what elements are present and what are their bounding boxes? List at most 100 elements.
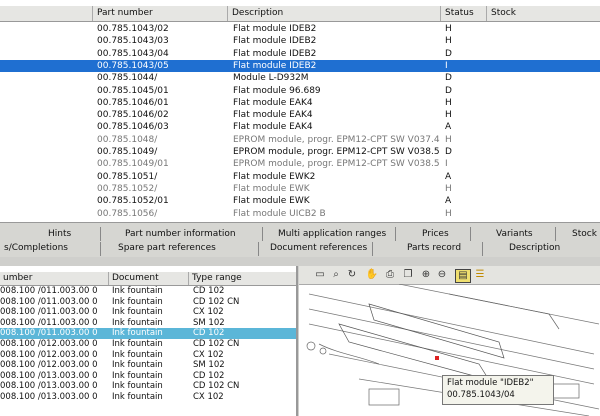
- part-number-cell: 00.785.1046/02: [97, 110, 169, 121]
- status-cell: H: [445, 24, 452, 34]
- col-part-number[interactable]: Part number: [92, 6, 227, 21]
- reference-number-cell: 008.100 /012.003.00 0: [0, 349, 98, 360]
- tab-document-references[interactable]: Document references: [266, 241, 371, 256]
- part-number-cell: 00.785.1051/: [97, 171, 158, 182]
- status-cell: D: [445, 73, 452, 84]
- document-cell: Ink fountain: [112, 328, 163, 339]
- table-row[interactable]: 00.785.1056/Flat module UICB2 B H: [0, 208, 600, 220]
- col-stock[interactable]: Stock: [486, 6, 600, 21]
- zoom-out-icon[interactable]: ⊖: [435, 269, 449, 281]
- list-item[interactable]: 008.100 /011.003.00 0 Ink fountain CD 102: [0, 286, 296, 297]
- status-cell: A: [445, 196, 452, 207]
- type-range-cell: CD 102 CN: [193, 296, 240, 307]
- tab-hints[interactable]: Hints: [44, 227, 75, 242]
- status-cell: A: [445, 122, 452, 133]
- table-row[interactable]: 00.785.1052/01 Flat module EWK A: [0, 195, 600, 207]
- description-cell: Flat module IDEB2: [233, 60, 317, 71]
- tab-divider: [470, 227, 471, 241]
- description-cell: Flat module IDEB2: [233, 24, 317, 34]
- description-cell: EPROM module, progr. EPM12-CPT SW V038.5: [233, 159, 440, 170]
- hand-icon[interactable]: ✋: [365, 269, 379, 281]
- type-range-cell: CD 102: [193, 286, 225, 296]
- table-row[interactable]: 00.785.1052/Flat module EWK H: [0, 183, 600, 195]
- tab-divider: [262, 227, 263, 241]
- document-table-header: umber Document Type range: [0, 272, 296, 286]
- table-row[interactable]: 00.785.1048/EPROM module, progr. EPM12-C…: [0, 134, 600, 146]
- tab-divider: [482, 242, 483, 256]
- status-cell: I: [445, 159, 448, 170]
- table-row[interactable]: 00.785.1051/Flat module EWK2 A: [0, 171, 600, 183]
- page-icon[interactable]: ▤: [455, 269, 471, 283]
- table-row[interactable]: 00.785.1043/02 Flat module IDEB2 H: [0, 23, 600, 35]
- tab-completions[interactable]: s/Completions: [0, 241, 72, 256]
- list-item[interactable]: 008.100 /011.003.00 0 Ink fountain SM 102: [0, 318, 296, 329]
- description-cell: Flat module IDEB2: [233, 48, 317, 59]
- table-row[interactable]: 00.785.1043/03 Flat module IDEB2 H: [0, 35, 600, 47]
- tab-variants[interactable]: Variants: [492, 227, 537, 242]
- status-cell: H: [445, 110, 452, 121]
- table-row[interactable]: 00.785.1044/Module L-D932M D: [0, 72, 600, 84]
- list-item[interactable]: 008.100 /011.003.00 0 Ink fountain CD 102: [0, 328, 296, 339]
- list-item[interactable]: 008.100 /013.003.00 0 Ink fountain CD 102 …: [0, 381, 296, 392]
- status-cell: A: [445, 171, 452, 182]
- table-row[interactable]: 00.785.1043/05 Flat module IDEB2 I: [0, 59, 600, 72]
- part-number-cell: 00.785.1052/01: [97, 196, 169, 207]
- list-item[interactable]: 008.100 /011.003.00 0 Ink fountain CX 102: [0, 307, 296, 318]
- description-cell: Flat module EWK: [233, 183, 310, 194]
- type-range-cell: CD 102 CN: [193, 339, 240, 349]
- part-number-cell: 00.785.1056/: [97, 208, 158, 219]
- table-row[interactable]: 00.785.1046/02 Flat module EAK4 H: [0, 109, 600, 121]
- reference-number-cell: 008.100 /011.003.00 0: [0, 317, 98, 328]
- part-number-cell: 00.785.1046/03: [97, 122, 169, 133]
- table-row[interactable]: 00.785.1043/04 Flat module IDEB2 D: [0, 48, 600, 60]
- table-row[interactable]: 00.785.1046/01 Flat module EAK4 H: [0, 97, 600, 109]
- list-item[interactable]: 008.100 /012.003.00 0 Ink fountain SM 102: [0, 360, 296, 371]
- col-type-range[interactable]: Type range: [188, 272, 296, 285]
- col-document[interactable]: Document: [108, 272, 190, 285]
- table-row[interactable]: 00.785.1045/01 Flat module 96.689 D: [0, 85, 600, 97]
- reference-number-cell: 008.100 /013.003.00 0: [0, 381, 98, 392]
- part-number-cell: 00.785.1043/05: [97, 60, 169, 71]
- document-cell: Ink fountain: [112, 339, 163, 349]
- tab-description[interactable]: Description: [505, 241, 564, 256]
- tab-prices[interactable]: Prices: [418, 227, 453, 242]
- rotate-icon[interactable]: ↻: [345, 269, 359, 281]
- part-number-cell: 00.785.1043/04: [97, 48, 169, 59]
- highlight-icon[interactable]: ☰: [473, 269, 487, 281]
- list-item[interactable]: 008.100 /013.003.00 0 Ink fountain CD 102: [0, 371, 296, 382]
- list-item[interactable]: 008.100 /011.003.00 0 Ink fountain CD 102 …: [0, 297, 296, 308]
- tab-parts-record[interactable]: Parts record: [403, 241, 465, 256]
- tab-divider: [555, 227, 556, 241]
- col-number[interactable]: umber: [0, 272, 108, 285]
- zoom-in-icon[interactable]: ⊕: [419, 269, 433, 281]
- status-cell: H: [445, 208, 452, 219]
- col-description[interactable]: Description: [227, 6, 440, 21]
- status-cell: I: [445, 60, 448, 71]
- col-status[interactable]: Status: [440, 6, 485, 21]
- reference-number-cell: 008.100 /011.003.00 0: [0, 296, 98, 307]
- table-row[interactable]: 00.785.1049/01 EPROM module, progr. EPM12…: [0, 158, 600, 170]
- type-range-cell: CD 102: [193, 328, 225, 339]
- parts-table: Part number Description Status Stock 00.…: [0, 0, 600, 222]
- tab-stock[interactable]: Stock: [568, 227, 600, 242]
- hotspot-marker[interactable]: [435, 356, 439, 360]
- reference-number-cell: 008.100 /012.003.00 0: [0, 360, 98, 371]
- document-references-table: umber Document Type range 008.100 /011.0…: [0, 266, 298, 416]
- tab-multi-application-ranges[interactable]: Multi application ranges: [274, 227, 390, 242]
- type-range-cell: CX 102: [193, 307, 224, 318]
- table-row[interactable]: 00.785.1049/EPROM module, progr. EPM12-C…: [0, 146, 600, 158]
- print-icon[interactable]: ⎙: [383, 269, 397, 281]
- zoom-icon[interactable]: ⌕: [329, 269, 343, 281]
- select-icon[interactable]: ▭: [313, 269, 327, 281]
- list-item[interactable]: 008.100 /012.003.00 0 Ink fountain CD 102 …: [0, 339, 296, 350]
- table-row[interactable]: 00.785.1046/03 Flat module EAK4 A: [0, 121, 600, 133]
- type-range-cell: SM 102: [193, 317, 225, 328]
- list-item[interactable]: 008.100 /013.003.00 0 Ink fountain CX 102: [0, 392, 296, 403]
- list-item[interactable]: 008.100 /012.003.00 0 Ink fountain CX 102: [0, 350, 296, 361]
- tab-divider: [258, 242, 259, 256]
- tab-spare-part-references[interactable]: Spare part references: [114, 241, 220, 256]
- tab-part-number-information[interactable]: Part number information: [121, 227, 240, 242]
- reference-number-cell: 008.100 /011.003.00 0: [0, 328, 98, 339]
- copy-icon[interactable]: ❐: [401, 269, 415, 281]
- reference-number-cell: 008.100 /013.003.00 0: [0, 392, 98, 402]
